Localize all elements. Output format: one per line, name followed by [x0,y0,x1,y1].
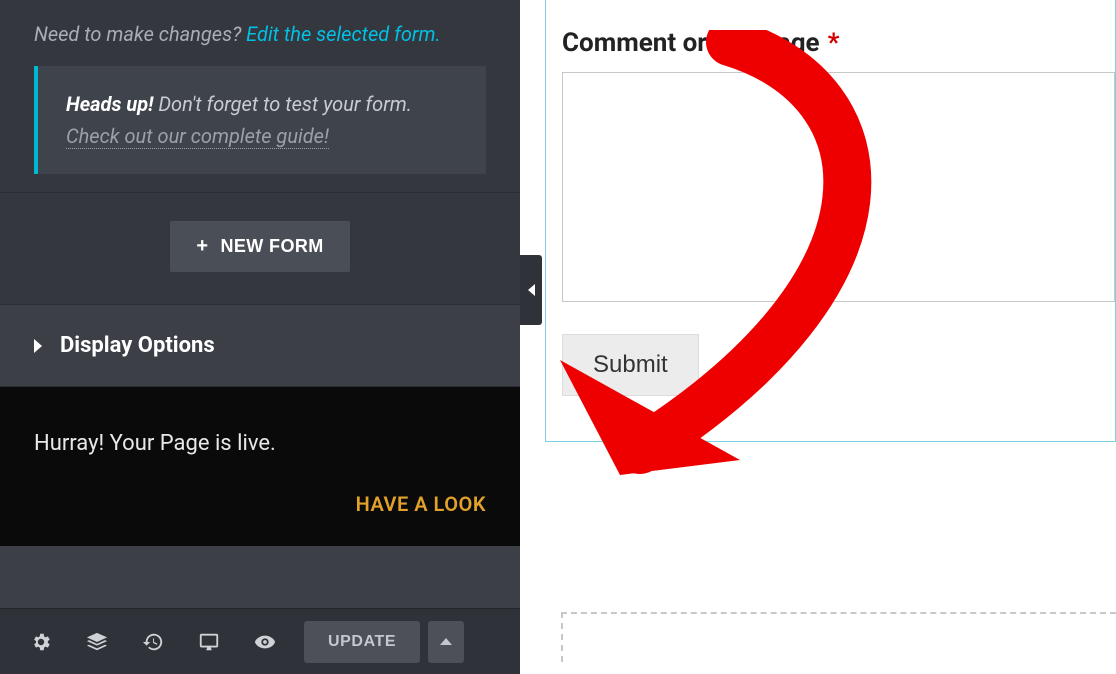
history-icon[interactable] [126,622,180,662]
sidebar-spacer [0,546,520,608]
new-form-section: + NEW FORM [0,193,520,305]
new-form-button[interactable]: + NEW FORM [170,221,349,272]
page-live-message: Hurray! Your Page is live. [34,431,486,456]
form-inner: Comment or Message * Submit [546,0,1115,424]
eye-icon[interactable] [238,622,292,662]
new-form-label: NEW FORM [220,236,323,257]
chevron-left-icon [528,284,535,296]
edit-selected-form-link[interactable]: Edit the selected form. [246,22,440,46]
required-asterisk: * [828,28,840,58]
comment-textarea[interactable] [562,72,1115,302]
form-widget-outline[interactable]: Comment or Message * Submit [545,0,1116,442]
caret-up-icon [440,638,452,645]
layers-icon[interactable] [70,622,124,662]
editor-footer: UPDATE [0,608,520,674]
form-widget-panel: Need to make changes? Edit the selected … [0,0,520,193]
heads-up-notice: Heads up! Don't forget to test your form… [34,66,486,174]
page-preview: Comment or Message * Submit [545,0,1116,674]
drop-zone-placeholder[interactable] [561,612,1116,662]
gear-icon[interactable] [14,622,68,662]
submit-button[interactable]: Submit [562,334,699,396]
page-live-notice: Hurray! Your Page is live. HAVE A LOOK [0,387,520,546]
heads-up-body: Don't forget to test your form. [153,92,412,116]
hint-text: Need to make changes? [34,22,246,46]
caret-right-icon [34,339,42,353]
comment-field-label: Comment or Message * [562,0,1115,72]
comment-label-text: Comment or Message [562,28,820,58]
update-group: UPDATE [304,621,464,663]
plus-icon: + [196,235,208,258]
display-options-toggle[interactable]: Display Options [0,305,520,387]
panel-collapse-handle[interactable] [520,255,542,325]
monitor-icon[interactable] [182,622,236,662]
display-options-label: Display Options [60,333,215,358]
have-a-look-link[interactable]: HAVE A LOOK [356,492,486,516]
update-options-button[interactable] [428,621,464,663]
editor-sidebar: Need to make changes? Edit the selected … [0,0,520,674]
update-button[interactable]: UPDATE [304,621,420,663]
complete-guide-link[interactable]: Check out our complete guide! [66,124,329,149]
heads-up-strong: Heads up! [66,92,153,116]
form-edit-hint: Need to make changes? Edit the selected … [34,22,486,46]
